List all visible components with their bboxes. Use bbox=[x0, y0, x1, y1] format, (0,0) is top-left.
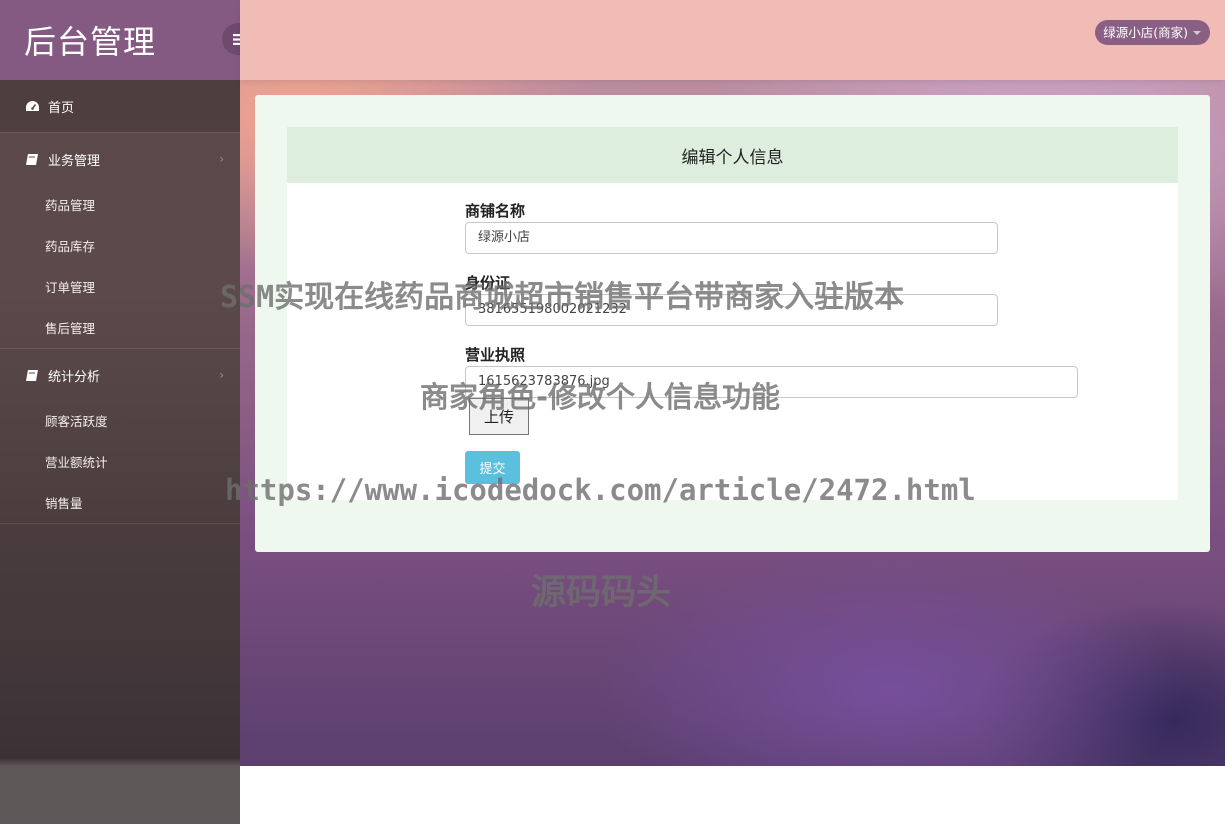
card-title: 编辑个人信息 bbox=[287, 127, 1178, 183]
sidebar-item-sales-volume[interactable]: 销售量 bbox=[45, 493, 83, 512]
shop-name-label: 商铺名称 bbox=[465, 202, 526, 220]
sidebar-item-order-management[interactable]: 订单管理 bbox=[45, 277, 95, 296]
sidebar-group-label: 业务管理 bbox=[48, 153, 101, 169]
book-icon bbox=[24, 367, 40, 383]
business-license-label: 营业执照 bbox=[465, 346, 526, 364]
watermark-url: https://www.icodedock.com/article/2472.h… bbox=[225, 473, 976, 507]
sidebar-item-customer-activity[interactable]: 顾客活跃度 bbox=[45, 411, 108, 430]
divider bbox=[0, 523, 240, 524]
sidebar-item-home[interactable]: 首页 bbox=[0, 80, 240, 132]
sidebar-group-business[interactable]: 业务管理 › bbox=[0, 146, 240, 172]
user-menu-button[interactable]: 绿源小店(商家) bbox=[1095, 20, 1210, 45]
chevron-right-icon: › bbox=[219, 152, 224, 166]
divider bbox=[0, 348, 240, 349]
watermark-brand: 源码码头 bbox=[531, 573, 672, 613]
watermark-subtitle: 商家角色-修改个人信息功能 bbox=[420, 380, 781, 414]
sidebar-item-label: 首页 bbox=[48, 100, 75, 116]
user-name: 绿源小店(商家) bbox=[1103, 25, 1188, 40]
brand-title: 后台管理 bbox=[24, 23, 157, 61]
sidebar-item-drug-stock[interactable]: 药品库存 bbox=[45, 236, 95, 255]
sidebar-group-label: 统计分析 bbox=[48, 369, 101, 385]
chevron-right-icon: › bbox=[219, 368, 224, 382]
sidebar-item-drug-management[interactable]: 药品管理 bbox=[45, 195, 95, 214]
sidebar: 后台管理 首页 业务管理 › 药品管理 药品库存 订单管理 售后管理 统计分析 … bbox=[0, 0, 240, 824]
sidebar-group-statistics[interactable]: 统计分析 › bbox=[0, 362, 240, 388]
shop-name-input[interactable]: 绿源小店 bbox=[465, 222, 998, 254]
divider bbox=[0, 132, 240, 133]
caret-down-icon bbox=[1193, 31, 1201, 35]
top-header: 绿源小店(商家) bbox=[240, 0, 1225, 80]
brand: 后台管理 bbox=[0, 0, 240, 80]
sidebar-item-after-sales[interactable]: 售后管理 bbox=[45, 318, 95, 337]
dashboard-icon bbox=[24, 98, 40, 114]
book-icon bbox=[24, 151, 40, 167]
watermark-title: SSM实现在线药品商城超市销售平台带商家入驻版本 bbox=[220, 280, 905, 315]
sidebar-item-revenue-stats[interactable]: 营业额统计 bbox=[45, 452, 108, 471]
